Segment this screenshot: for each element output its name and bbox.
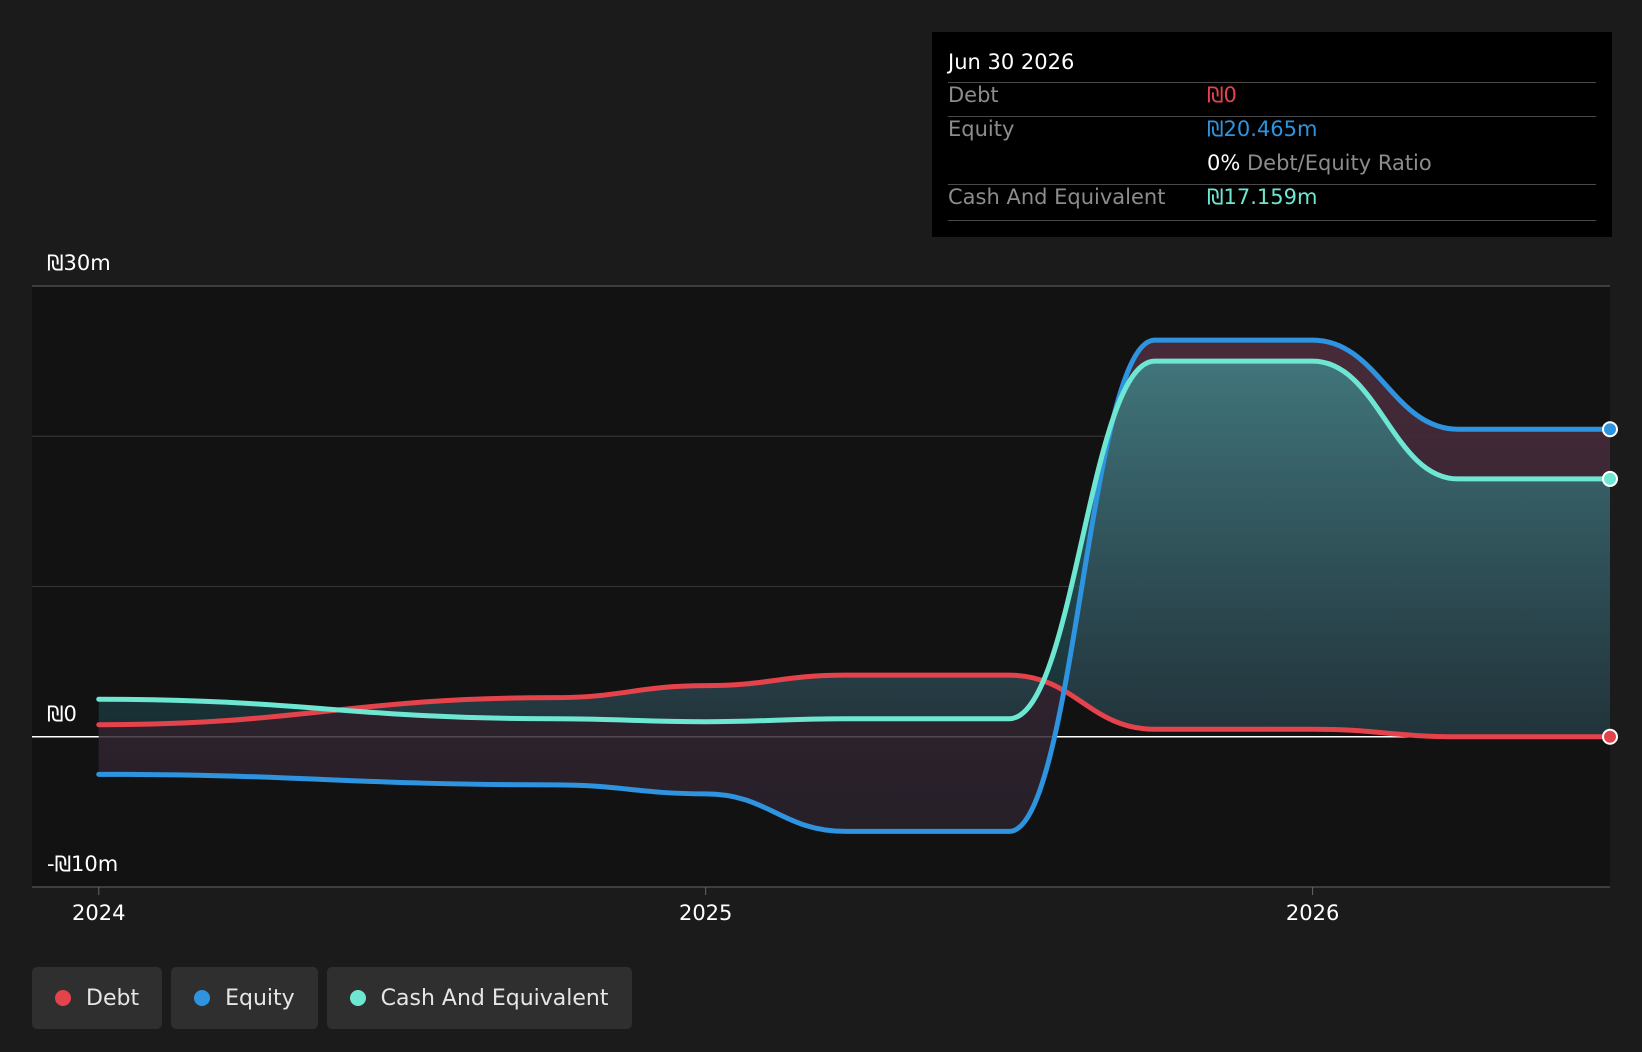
tooltip-equity-value: ₪20.465m bbox=[1207, 117, 1318, 141]
tooltip-date: Jun 30 2026 bbox=[948, 50, 1075, 74]
tooltip-cash-value: ₪17.159m bbox=[1207, 185, 1318, 209]
chart-legend: Debt Equity Cash And Equivalent bbox=[32, 967, 632, 1029]
equity-end-dot bbox=[1602, 421, 1618, 438]
legend-dot-icon bbox=[349, 990, 366, 1006]
tooltip-debt-value: ₪0 bbox=[1207, 83, 1237, 107]
legend-label: Equity bbox=[225, 985, 295, 1011]
tooltip-cash-label: Cash And Equivalent bbox=[948, 185, 1166, 209]
legend-label: Cash And Equivalent bbox=[380, 985, 609, 1011]
legend-item-equity[interactable]: Equity bbox=[171, 967, 318, 1029]
cash-and-equivalent-end-dot bbox=[1602, 470, 1618, 487]
x-tick-label: 2025 bbox=[679, 901, 732, 925]
legend-dot-icon bbox=[55, 990, 71, 1006]
tooltip-divider bbox=[948, 82, 1596, 83]
tooltip-ratio: 0% Debt/Equity Ratio bbox=[1207, 151, 1432, 175]
tooltip-divider bbox=[948, 220, 1596, 221]
legend-item-cash[interactable]: Cash And Equivalent bbox=[326, 967, 632, 1029]
x-tick-label: 2026 bbox=[1286, 901, 1339, 925]
tooltip-equity-label: Equity bbox=[948, 117, 1015, 141]
tooltip-ratio-percent: 0% bbox=[1207, 151, 1241, 175]
x-tick-label: 2024 bbox=[72, 901, 125, 925]
y-tick-label: -₪10m bbox=[47, 852, 118, 876]
tooltip-debt-label: Debt bbox=[948, 83, 999, 107]
legend-label: Debt bbox=[86, 985, 140, 1011]
y-tick-label: ₪30m bbox=[47, 251, 111, 275]
tooltip-ratio-label: Debt/Equity Ratio bbox=[1247, 151, 1432, 175]
y-tick-label: ₪0 bbox=[47, 702, 77, 726]
legend-item-debt[interactable]: Debt bbox=[32, 967, 163, 1029]
tooltip-panel: Jun 30 2026 Debt ₪0 Equity ₪20.465m 0% D… bbox=[932, 32, 1612, 237]
debt-end-dot bbox=[1602, 728, 1618, 745]
legend-dot-icon bbox=[194, 990, 211, 1006]
